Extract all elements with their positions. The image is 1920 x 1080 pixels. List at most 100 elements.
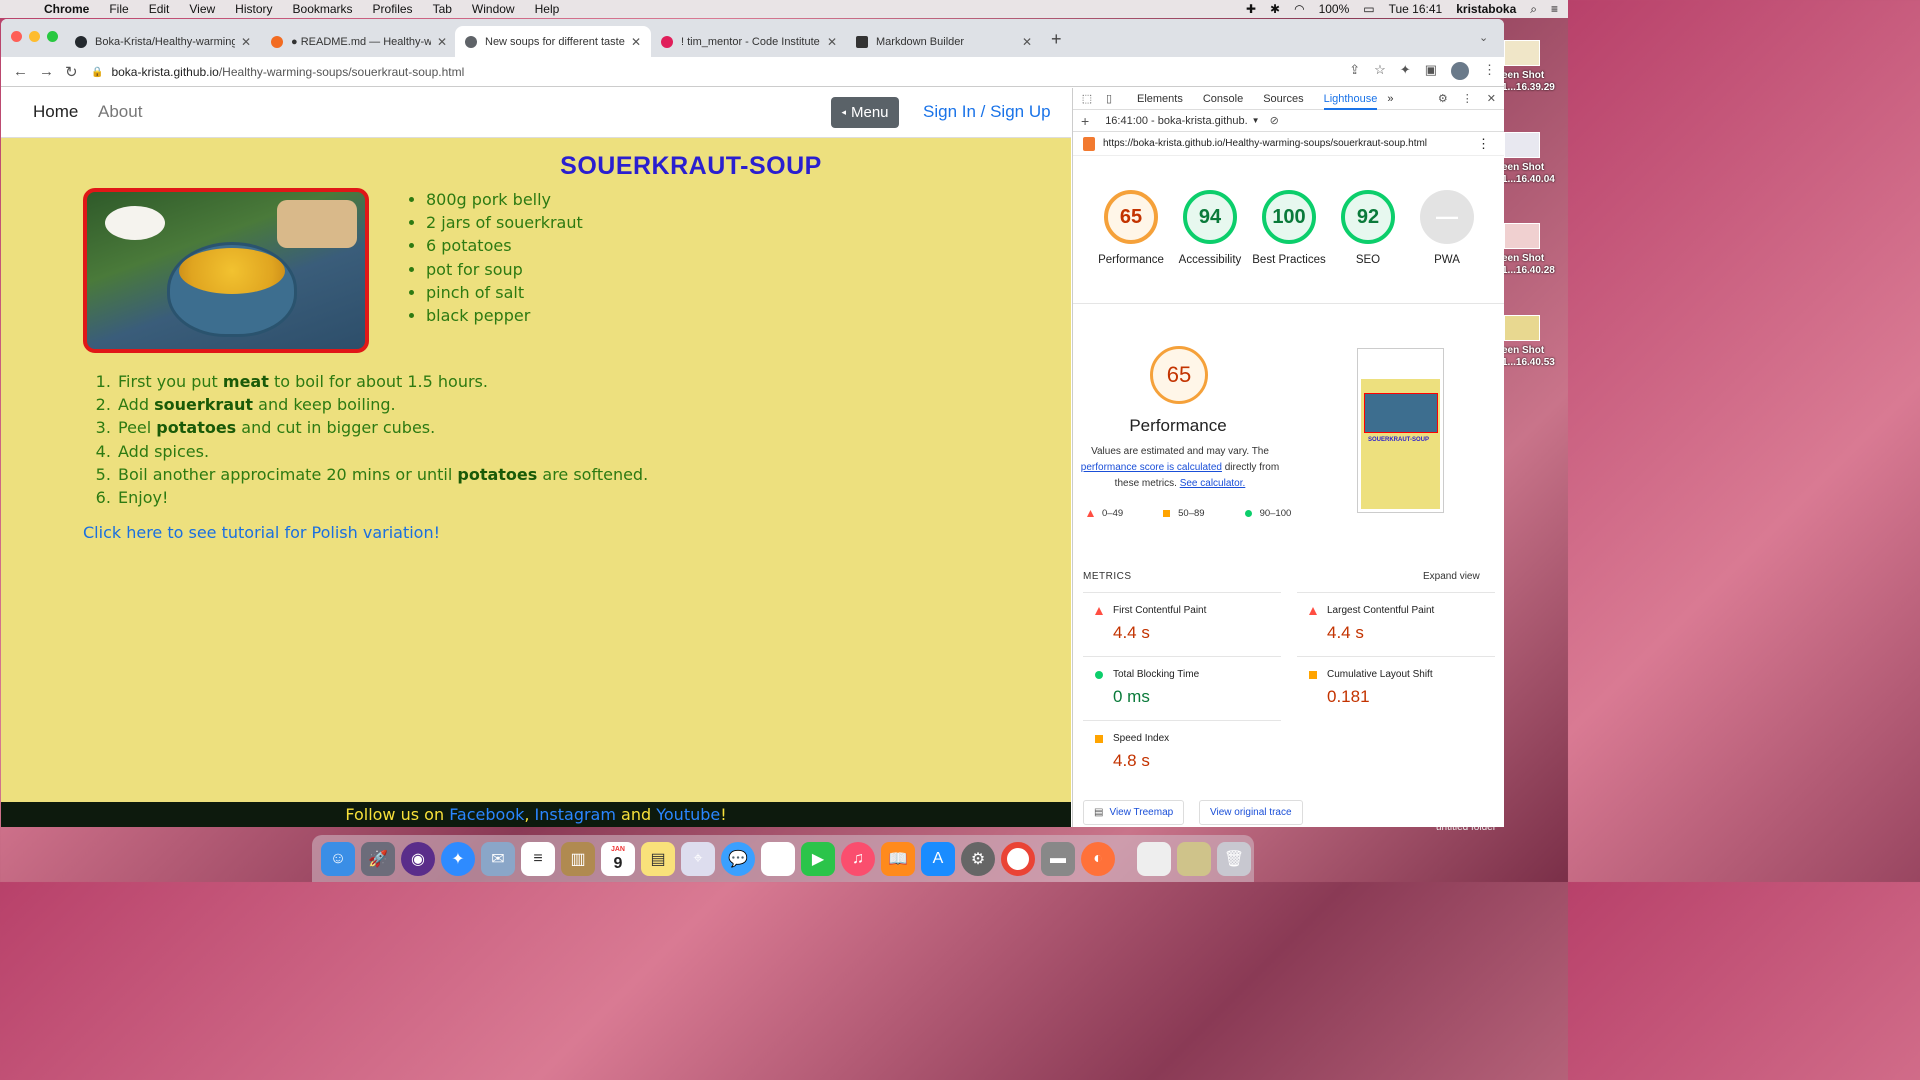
- close-tab-icon[interactable]: ✕: [631, 35, 641, 49]
- reload-icon[interactable]: ↻: [65, 63, 79, 81]
- settings-gear-icon[interactable]: ⚙: [1438, 92, 1448, 105]
- more-tabs-icon[interactable]: »: [1387, 93, 1393, 105]
- mail-icon[interactable]: ✉: [481, 841, 515, 876]
- plus-cross-icon[interactable]: ✚: [1246, 2, 1256, 16]
- inspect-icon[interactable]: ⬚: [1079, 92, 1095, 105]
- desktop-file[interactable]: een Shot 1...16.39.29: [1502, 40, 1568, 94]
- lock-icon[interactable]: 🔒: [91, 67, 103, 78]
- close-tab-icon[interactable]: ✕: [1022, 35, 1032, 49]
- firefox-icon[interactable]: ◐: [1081, 841, 1115, 876]
- tab-sources[interactable]: Sources: [1263, 93, 1303, 105]
- minimize-window-button[interactable]: [29, 31, 40, 42]
- books-icon[interactable]: 📖: [881, 841, 915, 876]
- view-treemap-button[interactable]: ▤ View Treemap: [1083, 800, 1185, 825]
- report-menu-icon[interactable]: ⋮: [1477, 136, 1490, 152]
- menu-window[interactable]: Window: [472, 2, 515, 16]
- photos-icon[interactable]: ✿: [761, 841, 795, 876]
- browser-tab[interactable]: ● README.md — Healthy-war ✕: [261, 26, 457, 57]
- stickies-icon[interactable]: ▤: [641, 841, 675, 876]
- battery-text[interactable]: 100%: [1319, 2, 1350, 16]
- tutorial-link[interactable]: Click here to see tutorial for Polish va…: [83, 523, 440, 542]
- wifi-icon[interactable]: ◠: [1294, 2, 1304, 16]
- desktop-file[interactable]: een Shot 1...16.40.04: [1502, 132, 1568, 186]
- nav-about-link[interactable]: About: [98, 102, 142, 122]
- menu-file[interactable]: File: [109, 2, 128, 16]
- gauge-seo[interactable]: 92 SEO: [1330, 190, 1406, 268]
- battery-icon[interactable]: ▭: [1363, 2, 1374, 16]
- messages-icon[interactable]: 💬: [721, 841, 755, 876]
- maps-icon[interactable]: ⌖: [681, 841, 715, 876]
- zoom-window-button[interactable]: [47, 31, 58, 42]
- bookmark-star-icon[interactable]: ☆: [1374, 62, 1386, 80]
- share-icon[interactable]: ⇪: [1349, 62, 1360, 80]
- browser-tab[interactable]: Markdown Builder ✕: [846, 26, 1042, 57]
- report-selector[interactable]: 16:41:00 - boka-krista.github.: [1105, 115, 1247, 127]
- safari-icon[interactable]: ✦: [441, 841, 475, 876]
- gauge-performance[interactable]: 65 Performance: [1093, 190, 1169, 268]
- downloads-stack-icon[interactable]: [1137, 841, 1171, 876]
- music-icon[interactable]: ♫: [841, 841, 875, 876]
- notes-app-icon[interactable]: ▥: [561, 841, 595, 876]
- clock[interactable]: Tue 16:41: [1389, 2, 1443, 16]
- facetime-icon[interactable]: ▶: [801, 841, 835, 876]
- score-calc-link[interactable]: performance score is calculated: [1081, 462, 1222, 473]
- user-name[interactable]: kristaboka: [1456, 2, 1516, 16]
- gauge-best-practices[interactable]: 100 Best Practices: [1251, 190, 1327, 268]
- extensions-icon[interactable]: ✦: [1400, 62, 1411, 80]
- back-icon[interactable]: ←: [13, 63, 28, 80]
- page-screenshot-thumbnail[interactable]: SOUERKRAUT-SOUP: [1357, 348, 1444, 513]
- new-tab-icon[interactable]: +: [1051, 29, 1062, 50]
- chrome-icon[interactable]: [1001, 841, 1035, 876]
- tab-search-icon[interactable]: ⌄: [1479, 31, 1488, 44]
- gauge-pwa[interactable]: — PWA: [1409, 190, 1485, 268]
- calculator-link[interactable]: See calculator.: [1180, 478, 1246, 489]
- close-tab-icon[interactable]: ✕: [241, 35, 251, 49]
- address-bar[interactable]: 🔒 boka-krista.github.io/Healthy-warming-…: [91, 60, 1391, 84]
- menu-profiles[interactable]: Profiles: [373, 2, 413, 16]
- desktop-file[interactable]: een Shot 1...16.40.28: [1502, 223, 1568, 277]
- menu-button[interactable]: ◂ Menu: [831, 97, 899, 128]
- system-preferences-icon[interactable]: ⚙: [961, 841, 995, 876]
- close-devtools-icon[interactable]: ✕: [1487, 92, 1496, 105]
- browser-tab-active[interactable]: New soups for different tastes ✕: [455, 26, 652, 57]
- siri-icon[interactable]: ◉: [401, 841, 435, 876]
- view-trace-button[interactable]: View original trace: [1199, 800, 1303, 825]
- facebook-link[interactable]: Facebook: [449, 805, 524, 824]
- launchpad-icon[interactable]: 🚀: [361, 841, 395, 876]
- report-url[interactable]: https://boka-krista.github.io/Healthy-wa…: [1103, 138, 1427, 149]
- menu-history[interactable]: History: [235, 2, 272, 16]
- kebab-menu-icon[interactable]: ⋮: [1483, 62, 1496, 80]
- sidepanel-icon[interactable]: ▣: [1425, 62, 1437, 80]
- tab-lighthouse[interactable]: Lighthouse: [1323, 93, 1378, 110]
- new-report-icon[interactable]: +: [1081, 113, 1089, 129]
- menu-view[interactable]: View: [189, 2, 215, 16]
- screenshots-stack-icon[interactable]: [1177, 841, 1211, 876]
- search-icon[interactable]: ⌕: [1530, 2, 1537, 17]
- signin-link[interactable]: Sign In / Sign Up: [923, 102, 1051, 122]
- close-tab-icon[interactable]: ✕: [437, 35, 447, 49]
- nav-home-link[interactable]: Home: [33, 102, 78, 122]
- finder-icon[interactable]: ☺: [321, 841, 355, 876]
- dropdown-caret-icon[interactable]: ▼: [1252, 116, 1260, 125]
- clear-icon[interactable]: ⊘: [1270, 114, 1279, 127]
- tab-elements[interactable]: Elements: [1137, 93, 1183, 105]
- reminders-icon[interactable]: ≡: [521, 841, 555, 876]
- bluetooth-icon[interactable]: ✱: [1270, 2, 1280, 16]
- gauge-accessibility[interactable]: 94 Accessibility: [1172, 190, 1248, 268]
- close-tab-icon[interactable]: ✕: [827, 35, 837, 49]
- browser-tab[interactable]: Boka-Krista/Healthy-warming- ✕: [65, 26, 261, 57]
- menu-help[interactable]: Help: [535, 2, 560, 16]
- menu-edit[interactable]: Edit: [149, 2, 170, 16]
- forward-icon[interactable]: →: [39, 63, 54, 80]
- expand-view-toggle[interactable]: Expand view: [1423, 571, 1480, 582]
- instagram-link[interactable]: Instagram: [535, 805, 616, 824]
- youtube-link[interactable]: Youtube: [656, 805, 720, 824]
- menu-bookmarks[interactable]: Bookmarks: [293, 2, 353, 16]
- desktop-file[interactable]: een Shot 1...16.40.53: [1502, 315, 1568, 369]
- browser-tab[interactable]: ! tim_mentor - Code Institute - ✕: [651, 26, 847, 57]
- menu-tab[interactable]: Tab: [433, 2, 452, 16]
- trash-icon[interactable]: 🗑: [1217, 841, 1251, 876]
- profile-avatar[interactable]: [1451, 62, 1469, 80]
- device-toggle-icon[interactable]: ▯: [1101, 92, 1117, 105]
- calendar-icon[interactable]: JAN 9: [601, 841, 635, 876]
